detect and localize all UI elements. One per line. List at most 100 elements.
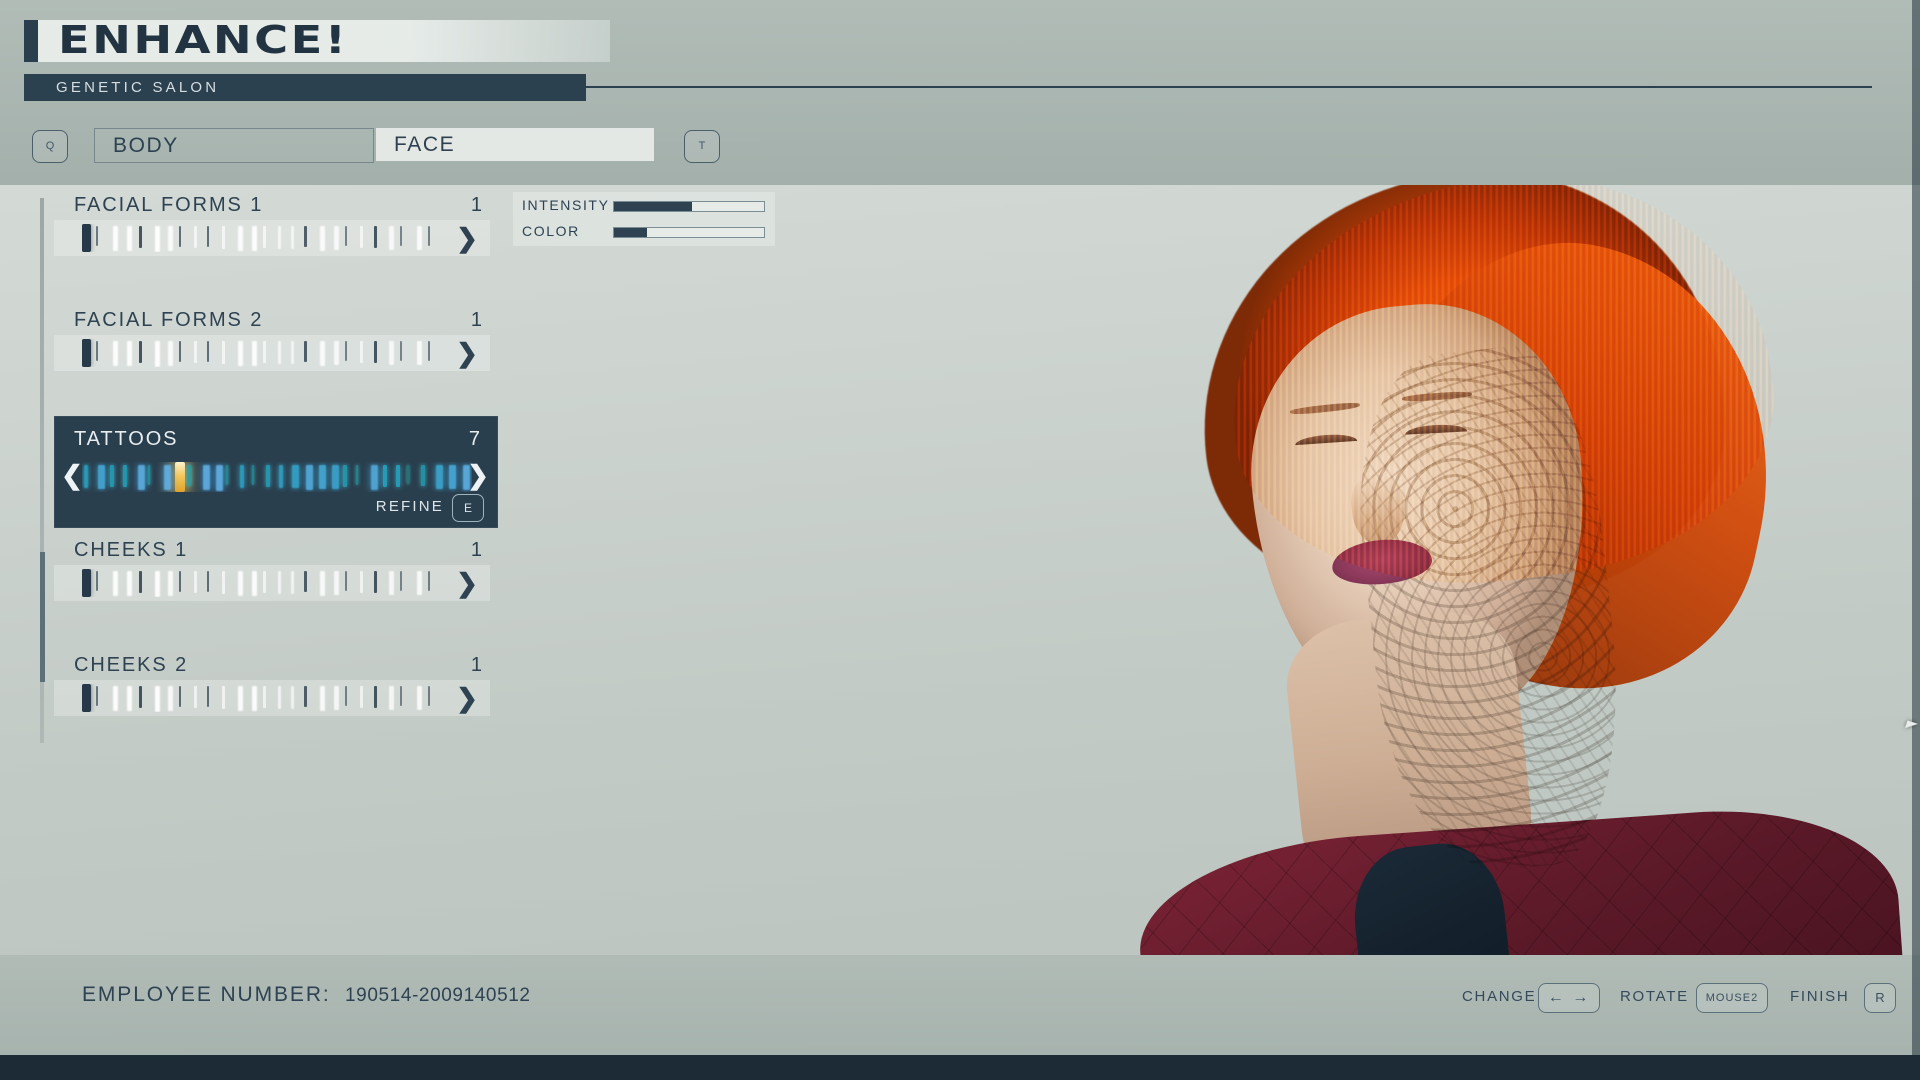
option-row-facial-forms-2[interactable]: FACIAL FORMS 2 1 ❯ [54, 305, 498, 371]
tick-mark [277, 571, 281, 594]
tick-mark [194, 341, 198, 364]
option-row-tattoos-selected[interactable]: TATTOOS 7 ❮ ❯ REFINE E [54, 416, 498, 528]
tick-mark [360, 686, 364, 709]
chevron-right-icon[interactable]: ❯ [466, 460, 490, 490]
tick-selected [175, 462, 185, 492]
tick-mark [96, 686, 99, 707]
tick-mark [147, 465, 150, 486]
tick-mark [389, 571, 395, 595]
chevron-left-icon[interactable]: ❮ [60, 460, 84, 490]
slider-label: COLOR [522, 223, 580, 239]
option-selector[interactable]: ❯ [54, 335, 490, 371]
tick-mark [304, 571, 308, 593]
chevron-right-icon[interactable]: ❯ [454, 569, 480, 597]
tick-mark [155, 341, 161, 367]
tick-mark [417, 571, 423, 596]
option-value: 1 [470, 654, 482, 676]
control-hint-change[interactable]: CHANGE ← → [1462, 981, 1622, 1013]
control-label: ROTATE [1620, 988, 1689, 1005]
refine-label: REFINE [375, 498, 444, 515]
tick-mark [263, 571, 267, 594]
control-hint-finish[interactable]: FINISH R [1790, 981, 1910, 1013]
tick-mark [304, 686, 308, 708]
tick-mark [84, 465, 89, 488]
tick-mark [292, 465, 300, 489]
tick-bar[interactable] [82, 569, 442, 597]
tick-mark [96, 226, 99, 247]
tick-mark [389, 686, 395, 710]
control-label: FINISH [1790, 988, 1850, 1005]
tick-mark [186, 465, 191, 486]
option-label: CHEEKS 1 [74, 539, 189, 561]
chevron-right-icon[interactable]: ❯ [454, 339, 480, 367]
tick-mark [155, 686, 161, 712]
option-value: 7 [468, 428, 480, 450]
tick-mark [127, 686, 133, 712]
tick-mark [277, 686, 281, 709]
tick-mark [138, 571, 142, 593]
option-selector[interactable]: ❯ [54, 220, 490, 256]
tick-mark [360, 571, 364, 594]
tab-face[interactable]: FACE [376, 128, 654, 161]
tick-mark [345, 226, 348, 247]
option-selector[interactable]: ❯ [54, 680, 490, 716]
tick-mark [251, 686, 257, 712]
tick-mark [291, 686, 295, 709]
slider-label: INTENSITY [522, 197, 610, 213]
option-label: FACIAL FORMS 1 [74, 194, 264, 216]
option-value: 1 [470, 539, 482, 561]
tick-mark [179, 226, 182, 247]
tick-mark [263, 341, 267, 364]
tick-mark [168, 571, 174, 596]
key-hint-mouse2[interactable]: MOUSE2 [1696, 983, 1768, 1013]
tick-mark [138, 341, 142, 363]
option-row-cheeks-1[interactable]: CHEEKS 1 1 ❯ [54, 535, 498, 601]
option-row-facial-forms-1[interactable]: FACIAL FORMS 1 1 ❯ [54, 190, 498, 256]
option-label: FACIAL FORMS 2 [74, 309, 264, 331]
right-edge-shade [1912, 0, 1920, 1055]
tick-mark [168, 686, 174, 711]
tick-mark [382, 465, 387, 488]
option-row-cheeks-2[interactable]: CHEEKS 2 1 ❯ [54, 650, 498, 716]
tick-mark [400, 341, 403, 362]
option-selector[interactable]: ❯ [54, 565, 490, 601]
slider-track[interactable] [613, 227, 765, 238]
tick-mark [407, 465, 410, 485]
tick-bar[interactable] [82, 224, 442, 252]
tick-mark [428, 226, 431, 247]
chevron-right-icon[interactable]: ❯ [454, 684, 480, 712]
tick-mark [345, 686, 348, 707]
tick-mark [428, 571, 431, 592]
tick-mark [400, 686, 403, 707]
slider-row-intensity[interactable]: INTENSITY [513, 192, 775, 218]
list-rail-active-marker [40, 552, 45, 682]
tick-bar[interactable] [82, 462, 472, 492]
key-hint-t[interactable]: T [684, 130, 720, 163]
footer-strip [0, 1055, 1920, 1080]
top-header-bar: ENHANCE! GENETIC SALON Q BODY FACE T [0, 0, 1920, 185]
key-hint-r[interactable]: R [1864, 983, 1896, 1013]
tick-mark [400, 571, 403, 592]
tick-mark [304, 226, 308, 248]
chevron-right-icon[interactable]: ❯ [454, 224, 480, 252]
slider-track[interactable] [613, 201, 765, 212]
tab-body[interactable]: BODY [94, 128, 374, 163]
tick-mark [168, 226, 174, 251]
tick-mark [428, 686, 431, 707]
tick-mark [237, 571, 243, 596]
key-hint-e[interactable]: E [452, 494, 484, 522]
tick-mark [318, 465, 326, 490]
tick-mark [155, 226, 161, 252]
tick-bar[interactable] [82, 339, 442, 367]
subtitle-bar: GENETIC SALON [24, 74, 586, 101]
tick-mark [331, 465, 339, 489]
key-hint-arrows[interactable]: ← → [1538, 983, 1600, 1013]
control-hint-rotate[interactable]: ROTATE MOUSE2 [1620, 981, 1800, 1013]
tick-bar[interactable] [82, 684, 442, 712]
tick-mark [291, 571, 295, 594]
option-value: 1 [470, 309, 482, 331]
key-hint-q[interactable]: Q [32, 130, 68, 163]
tick-mark [421, 465, 426, 487]
slider-row-color[interactable]: COLOR [513, 218, 775, 244]
tick-selected [82, 339, 91, 367]
